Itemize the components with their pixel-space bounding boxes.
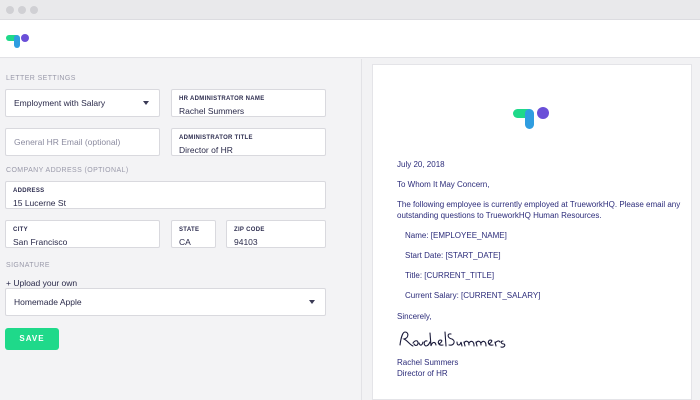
hr-admin-name-field[interactable]: HR ADMINISTRATOR NAME Rachel Summers xyxy=(171,89,326,117)
letter-settings-panel: LETTER SETTINGS Employment with Salary H… xyxy=(0,59,362,400)
admin-title-value: Director of HR xyxy=(179,145,233,155)
letter-type-value: Employment with Salary xyxy=(14,98,106,108)
city-label: CITY xyxy=(13,227,28,233)
hr-email-placeholder: General HR Email (optional) xyxy=(14,137,121,147)
hr-admin-name-value: Rachel Summers xyxy=(179,106,245,116)
hr-admin-name-label: HR ADMINISTRATOR NAME xyxy=(179,96,265,102)
city-field[interactable]: CITY San Francisco xyxy=(5,220,160,248)
state-label: STATE xyxy=(179,227,200,233)
letter-type-select[interactable]: Employment with Salary xyxy=(5,89,160,117)
letter-closing: Sincerely, xyxy=(397,312,432,321)
letter-date: July 20, 2018 xyxy=(397,160,445,169)
signature-font-select[interactable]: Homemade Apple xyxy=(5,288,326,316)
zip-code-field[interactable]: ZIP CODE 94103 xyxy=(226,220,326,248)
save-button[interactable]: SAVE xyxy=(5,328,59,350)
zip-code-label: ZIP CODE xyxy=(234,227,265,233)
letter-salary: Current Salary: [CURRENT_SALARY] xyxy=(405,291,541,300)
chevron-down-icon xyxy=(309,300,315,304)
section-label-signature: SIGNATURE xyxy=(6,262,50,269)
zip-code-value: 94103 xyxy=(234,237,258,247)
window-minimize-icon[interactable] xyxy=(18,6,26,14)
letter-salutation: To Whom It May Concern, xyxy=(397,180,490,189)
letter-body-line-1: The following employee is currently empl… xyxy=(397,200,681,209)
letter-title: Title: [CURRENT_TITLE] xyxy=(405,271,495,280)
hr-email-input[interactable]: General HR Email (optional) xyxy=(5,128,160,156)
window-titlebar xyxy=(0,0,700,20)
letter-employee-name: Name: [EMPLOYEE_NAME] xyxy=(405,231,507,240)
state-value: CA xyxy=(179,237,191,247)
window-maximize-icon[interactable] xyxy=(30,6,38,14)
window-close-icon[interactable] xyxy=(6,6,14,14)
address-field[interactable]: ADDRESS 15 Lucerne St xyxy=(5,181,326,209)
admin-title-field[interactable]: ADMINISTRATOR TITLE Director of HR xyxy=(171,128,326,156)
app-header xyxy=(0,20,700,58)
letter-signer-title: Director of HR xyxy=(397,369,448,378)
handwritten-signature-image xyxy=(399,331,506,348)
truework-logo-icon[interactable] xyxy=(6,33,32,51)
upload-signature-link[interactable]: + Upload your own xyxy=(6,278,77,288)
city-value: San Francisco xyxy=(13,237,68,247)
section-label-company-address: COMPANY ADDRESS (OPTIONAL) xyxy=(6,167,129,174)
letter-signer-name: Rachel Summers xyxy=(397,358,459,367)
address-label: ADDRESS xyxy=(13,188,45,194)
address-value: 15 Lucerne St xyxy=(13,198,66,208)
letter-preview: July 20, 2018 To Whom It May Concern, Th… xyxy=(372,64,692,400)
truework-logo-icon xyxy=(513,107,549,129)
letter-start-date: Start Date: [START_DATE] xyxy=(405,251,501,260)
letter-body-line-2: outstanding questions to TrueworkHQ Huma… xyxy=(397,211,602,220)
section-label-letter-settings: LETTER SETTINGS xyxy=(6,75,76,82)
state-field[interactable]: STATE CA xyxy=(171,220,216,248)
signature-font-value: Homemade Apple xyxy=(14,297,82,307)
chevron-down-icon xyxy=(143,101,149,105)
admin-title-label: ADMINISTRATOR TITLE xyxy=(179,135,253,141)
